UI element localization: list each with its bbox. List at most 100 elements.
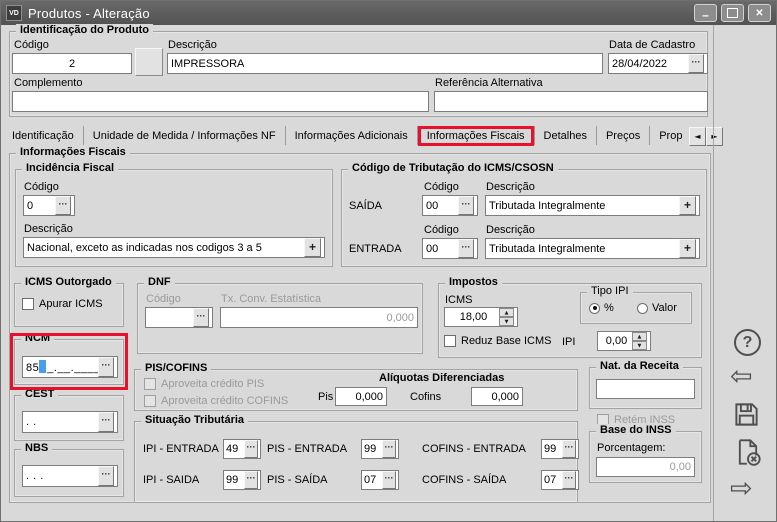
ipi-spinner[interactable]: 0,00 — [597, 331, 651, 351]
tab-identificacao[interactable]: Identificação — [3, 127, 83, 145]
forward-arrow-icon[interactable] — [730, 475, 753, 502]
nat-receita-title: Nat. da Receita — [596, 360, 683, 372]
cofins-entrada-field[interactable]: 99 — [541, 439, 579, 459]
tx-conv-estatistica-label: Tx. Conv. Estatística — [221, 293, 321, 305]
saida-codigo-label: Código — [424, 181, 459, 193]
entrada-codigo-label: Código — [424, 224, 459, 236]
ipi-saida-field[interactable]: 99 — [223, 470, 261, 490]
ncm-field[interactable]: 85_.__.____ — [22, 356, 118, 378]
saida-descricao-label: Descrição — [486, 181, 535, 193]
pis-saida-ellipsis-icon[interactable] — [382, 471, 396, 489]
reduz-base-icms-checkbox[interactable]: Reduz Base ICMS — [444, 335, 551, 347]
entrada-descricao-combobox[interactable]: Tributada Integralmente — [485, 238, 700, 259]
codigo-field[interactable]: 2 — [12, 53, 132, 74]
icms-label: ICMS — [445, 294, 473, 306]
spin-up-icon[interactable] — [632, 332, 647, 341]
tipo-ipi-percent-radio[interactable]: % — [589, 302, 614, 314]
dnf-codigo-field — [145, 307, 213, 328]
tab-strip: Identificação Unidade de Medida / Inform… — [3, 122, 689, 149]
nat-receita-field[interactable] — [596, 379, 695, 399]
saida-codigo-ellipsis-icon[interactable] — [458, 196, 474, 215]
situacao-tributaria-group: Situação Tributária — [134, 421, 578, 503]
complemento-field[interactable] — [12, 91, 429, 112]
cofins-aliquota-field[interactable]: 0,000 — [471, 387, 523, 406]
checkbox-box — [144, 395, 156, 407]
pis-entrada-label: PIS - ENTRADA — [267, 443, 347, 455]
help-icon[interactable] — [734, 329, 761, 356]
spin-up-icon[interactable] — [499, 308, 514, 317]
cest-ellipsis-icon[interactable] — [98, 412, 114, 432]
data-cadastro-field[interactable]: 28/04/2022 — [608, 53, 708, 74]
incidencia-fiscal-title: Incidência Fiscal — [22, 162, 118, 174]
ipi-saida-ellipsis-icon[interactable] — [244, 471, 258, 489]
title-bar: VD Produtos - Alteração — [1, 1, 776, 25]
icms-spinner[interactable]: 18,00 — [444, 307, 518, 327]
spin-down-icon[interactable] — [632, 341, 647, 350]
nbs-ellipsis-icon[interactable] — [98, 466, 114, 486]
save-icon[interactable] — [733, 401, 760, 428]
descricao-field[interactable]: IMPRESSORA — [167, 53, 603, 74]
cofins-saida-ellipsis-icon[interactable] — [562, 471, 576, 489]
entrada-codigo-field[interactable]: 00 — [422, 238, 478, 259]
codigo-lookup-button[interactable] — [135, 48, 163, 76]
data-cadastro-label: Data de Cadastro — [609, 39, 695, 51]
identificacao-produto-title: Identificação do Produto — [16, 24, 153, 36]
tipo-ipi-valor-radio[interactable]: Valor — [637, 302, 677, 314]
ipi-entrada-field[interactable]: 49 — [223, 439, 261, 459]
minimize-icon[interactable] — [694, 4, 717, 22]
nbs-field[interactable]: . . . — [22, 465, 118, 487]
cofins-entrada-ellipsis-icon[interactable] — [562, 440, 576, 458]
saida-descricao-dropdown-icon[interactable] — [679, 196, 696, 215]
referencia-alternativa-field[interactable] — [434, 91, 708, 112]
pis-saida-field[interactable]: 07 — [361, 470, 399, 490]
close-icon[interactable] — [748, 4, 771, 22]
incidencia-codigo-ellipsis-icon[interactable] — [55, 196, 71, 215]
entrada-descricao-dropdown-icon[interactable] — [679, 239, 696, 258]
cofins-entrada-label: COFINS - ENTRADA — [422, 443, 526, 455]
maximize-icon[interactable] — [721, 4, 744, 22]
spin-down-icon[interactable] — [499, 317, 514, 326]
checkbox-box — [144, 378, 156, 390]
cest-field[interactable]: . . — [22, 411, 118, 433]
incidencia-codigo-field[interactable]: 0 — [23, 195, 75, 216]
ipi-entrada-label: IPI - ENTRADA — [143, 443, 219, 455]
tab-propriedades[interactable]: Prop — [650, 127, 688, 145]
tab-scroll-right-icon[interactable] — [706, 127, 723, 146]
ipi-entrada-ellipsis-icon[interactable] — [244, 440, 258, 458]
aliquotas-diferenciadas-title: Alíquotas Diferenciadas — [379, 372, 504, 384]
icms-spin-buttons[interactable] — [499, 308, 514, 326]
tab-unidade-medida-informacoes-nf[interactable]: Unidade de Medida / Informações NF — [84, 127, 285, 145]
cancel-record-icon[interactable] — [734, 438, 762, 466]
apurar-icms-checkbox[interactable]: Apurar ICMS — [22, 298, 103, 310]
ncm-title: NCM — [21, 332, 54, 344]
icms-outorgado-title: ICMS Outorgado — [21, 276, 116, 288]
tab-precos[interactable]: Preços — [597, 127, 649, 145]
radio-dot — [589, 303, 600, 314]
back-arrow-icon[interactable] — [730, 363, 753, 390]
aproveita-credito-pis-checkbox: Aproveita crédito PIS — [144, 378, 264, 390]
pis-entrada-field[interactable]: 99 — [361, 439, 399, 459]
tab-informacoes-adicionais[interactable]: Informações Adicionais — [286, 127, 417, 145]
nbs-title: NBS — [21, 442, 52, 454]
pis-aliquota-field[interactable]: 0,000 — [335, 387, 387, 406]
entrada-label: ENTRADA — [349, 243, 402, 255]
incidencia-descricao-combobox[interactable]: Nacional, exceto as indicadas nos codigo… — [23, 237, 325, 258]
data-cadastro-ellipsis-icon[interactable] — [688, 54, 704, 73]
ipi-spin-buttons[interactable] — [632, 332, 647, 350]
cofins-saida-field[interactable]: 07 — [541, 470, 579, 490]
dnf-title: DNF — [144, 276, 175, 288]
radio-dot — [637, 303, 648, 314]
pis-entrada-ellipsis-icon[interactable] — [382, 440, 396, 458]
saida-codigo-field[interactable]: 00 — [422, 195, 478, 216]
ncm-ellipsis-icon[interactable] — [98, 357, 114, 377]
tab-detalhes[interactable]: Detalhes — [535, 127, 596, 145]
entrada-codigo-ellipsis-icon[interactable] — [458, 239, 474, 258]
saida-descricao-combobox[interactable]: Tributada Integralmente — [485, 195, 700, 216]
porcentagem-field: 0,00 — [596, 457, 695, 477]
tab-scroll-left-icon[interactable] — [689, 127, 706, 146]
aproveita-credito-cofins-checkbox: Aproveita crédito COFINS — [144, 395, 288, 407]
dnf-codigo-ellipsis-icon[interactable] — [193, 308, 209, 327]
incidencia-descricao-dropdown-icon[interactable] — [304, 238, 321, 257]
saida-label: SAÍDA — [349, 200, 382, 212]
tab-informacoes-fiscais[interactable]: Informações Fiscais — [418, 126, 534, 146]
